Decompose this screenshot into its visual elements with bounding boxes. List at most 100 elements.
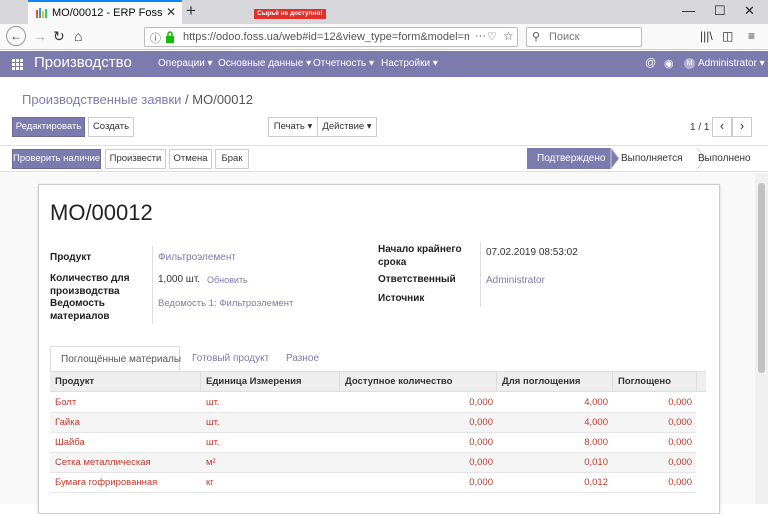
cancel-order-button[interactable]: Отмена (169, 149, 212, 169)
cell-uom: м² (206, 457, 216, 468)
menu-reporting[interactable]: Отчетность ▾ (313, 58, 374, 69)
sidebar-icon[interactable]: ◫ (722, 28, 733, 44)
menu-settings[interactable]: Настройки ▾ (381, 58, 438, 69)
at-icon[interactable]: @ (645, 57, 656, 69)
pager-next-button[interactable]: › (732, 117, 752, 137)
cell-uom: шт. (206, 437, 220, 448)
source-label: Источник (378, 293, 425, 304)
library-icon[interactable]: |||\ (700, 28, 713, 44)
cell-available: 0,000 (469, 397, 493, 408)
browser-tab[interactable]: MO/00012 - ERP Foss ✕ (28, 0, 182, 24)
create-button[interactable]: Создать (88, 117, 134, 137)
column-header-uom[interactable]: Единица Измерения (206, 376, 302, 387)
table-row[interactable]: Сетка металлическая м² 0,000 0,010 0,000 (50, 453, 696, 473)
print-button[interactable]: Печать ▾ (268, 117, 318, 137)
app-grid-icon[interactable] (12, 59, 23, 70)
search-icon: ⚲ (532, 31, 541, 43)
home-icon[interactable]: ⌂ (74, 28, 82, 44)
field-separator (152, 246, 153, 324)
column-header-available[interactable]: Доступное количество (345, 376, 452, 387)
lock-icon (166, 31, 174, 43)
bookmark-star-icon[interactable]: ☆ (503, 29, 514, 43)
cell-product: Болт (55, 397, 77, 408)
cell-consumed: 0,000 (668, 437, 692, 448)
column-header-product[interactable]: Продукт (55, 376, 94, 387)
product-value[interactable]: Фильтроэлемент (158, 252, 236, 263)
check-availability-button[interactable]: Проверить наличие (12, 149, 101, 169)
column-separator (200, 372, 201, 392)
browser-tabstrip: MO/00012 - ERP Foss ✕ + — ☐ ✕ (0, 0, 768, 24)
stage-done[interactable]: Выполнено (698, 148, 751, 169)
user-menu[interactable]: Administrator ▾ (698, 58, 765, 69)
url-text: https://odoo.foss.ua/web#id=12&view_type… (183, 31, 469, 43)
address-bar[interactable]: ⓘ https://odoo.foss.ua/web#id=12&view_ty… (144, 27, 518, 47)
stage-confirmed[interactable]: Подтверждено (537, 148, 605, 169)
chat-icon[interactable]: ◉ (664, 57, 674, 70)
cell-product: Гайка (55, 417, 80, 428)
column-header-consumed[interactable]: Поглощено (618, 376, 671, 387)
update-quantity-button[interactable]: Обновить (207, 275, 248, 285)
bom-value[interactable]: Ведомость 1: Фильтроэлемент (158, 298, 293, 309)
product-label: Продукт (50, 252, 92, 263)
cell-consumed: 0,000 (668, 477, 692, 488)
odoo-favicon-icon (36, 8, 47, 18)
produce-button[interactable]: Произвести (105, 149, 166, 169)
column-separator (612, 372, 613, 392)
search-placeholder: Поиск (549, 31, 580, 43)
scrollbar-thumb[interactable] (758, 183, 765, 373)
edit-button[interactable]: Редактировать (12, 117, 85, 137)
maximize-icon[interactable]: ☐ (714, 3, 726, 19)
page-actions-icon[interactable]: ··· (475, 30, 486, 42)
window-close-icon[interactable]: ✕ (744, 3, 755, 19)
stage-in-progress[interactable]: Выполняется (621, 148, 683, 169)
new-tab-icon[interactable]: + (186, 2, 196, 20)
breadcrumb-current: MO/00012 (192, 92, 253, 107)
minimize-icon[interactable]: — (682, 3, 695, 19)
cell-uom: шт. (206, 417, 220, 428)
column-header-to-consume[interactable]: Для поглощения (502, 376, 580, 387)
deadline-value: 07.02.2019 08:53:02 (486, 247, 578, 258)
field-separator (480, 242, 481, 307)
cell-to-consume: 4,000 (584, 417, 608, 428)
browser-tab-title: MO/00012 - ERP Foss (52, 7, 163, 19)
menu-operations[interactable]: Операции ▾ (158, 58, 213, 69)
column-separator (496, 372, 497, 392)
cell-consumed: 0,000 (668, 417, 692, 428)
cell-to-consume: 4,000 (584, 397, 608, 408)
forward-icon[interactable]: → (33, 28, 47, 44)
table-row[interactable]: Гайка шт. 0,000 4,000 0,000 (50, 413, 696, 433)
breadcrumb-separator: / (185, 92, 189, 107)
tab-misc[interactable]: Разное (276, 346, 329, 372)
responsible-value[interactable]: Administrator (486, 275, 545, 286)
cell-available: 0,000 (469, 437, 493, 448)
table-row[interactable]: Шайба шт. 0,000 8,000 0,000 (50, 433, 696, 453)
browser-search-box[interactable]: ⚲ Поиск (526, 27, 642, 47)
menu-master-data[interactable]: Основные данные ▾ (218, 58, 311, 69)
site-info-icon[interactable]: ⓘ (150, 30, 161, 46)
cell-consumed: 0,000 (668, 457, 692, 468)
scrollbar[interactable] (755, 173, 768, 504)
reload-icon[interactable]: ↻ (53, 28, 65, 44)
table-row[interactable]: Бумага гофрированная кг 0,000 0,012 0,00… (50, 473, 696, 493)
avatar[interactable]: M (684, 58, 695, 69)
back-icon[interactable]: ← (6, 26, 26, 46)
pager-previous-button[interactable]: ‹ (712, 117, 732, 137)
column-separator (696, 372, 697, 392)
tab-finished-product[interactable]: Готовый продукт (182, 346, 279, 372)
cell-to-consume: 0,010 (584, 457, 608, 468)
close-tab-icon[interactable]: ✕ (166, 5, 176, 19)
cell-available: 0,000 (469, 417, 493, 428)
cell-consumed: 0,000 (668, 397, 692, 408)
tab-consumed-materials[interactable]: Поглощённые материалы (50, 346, 181, 372)
pocket-icon[interactable]: ♡ (487, 30, 497, 43)
column-separator (339, 372, 340, 392)
table-row[interactable]: Болт шт. 0,000 4,000 0,000 (50, 393, 696, 413)
breadcrumb-parent[interactable]: Производственные заявки (22, 92, 181, 107)
app-brand[interactable]: Производство (34, 54, 132, 71)
action-button[interactable]: Действие ▾ (317, 117, 377, 137)
breadcrumb: Производственные заявки / MO/00012 (22, 92, 253, 107)
scrap-button[interactable]: Брак (215, 149, 249, 169)
hamburger-menu-icon[interactable]: ≡ (748, 28, 755, 44)
material-unavailable-badge: Сырьё не доступно! (254, 9, 326, 19)
deadline-label: Начало крайнего срока (378, 244, 462, 268)
